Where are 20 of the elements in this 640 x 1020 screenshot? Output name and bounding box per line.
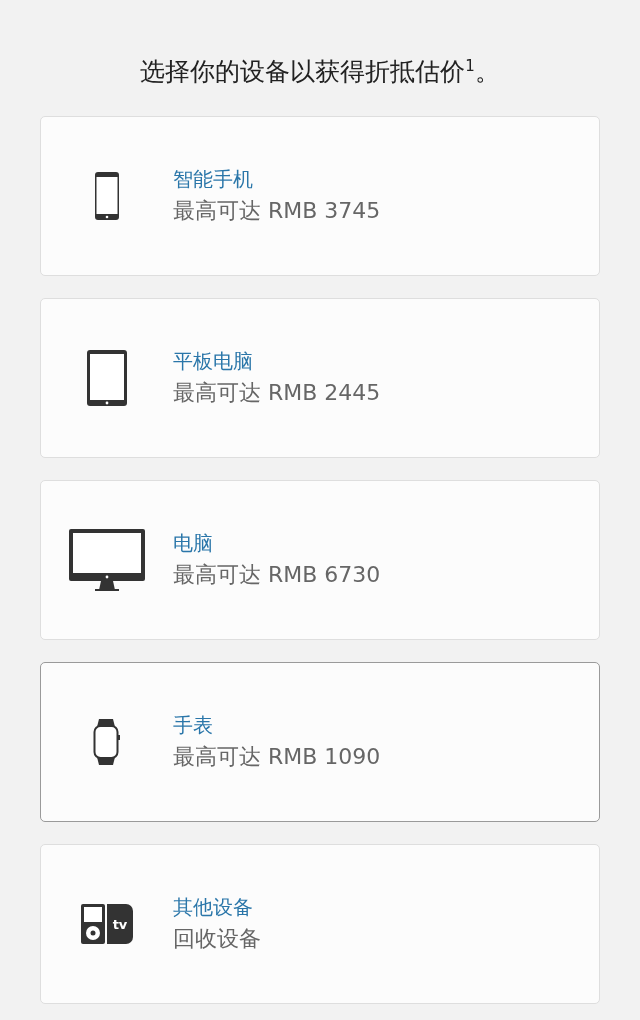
- device-card[interactable]: 智能手机 最高可达 RMB 3745: [40, 116, 600, 277]
- price-text: 最高可达 RMB 6730: [173, 561, 381, 590]
- page-heading: 选择你的设备以获得折抵估价$^{1}$。: [140, 56, 500, 89]
- device-card[interactable]: 平板电脑 最高可达 RMB 2445: [40, 298, 600, 459]
- price-text: 最高可达 RMB 1090: [173, 743, 381, 772]
- device-card[interactable]: 手表 最高可达 RMB 1090: [40, 662, 600, 823]
- smartwatch-icon: [93, 719, 121, 766]
- price-text: 最高可达 RMB 2445: [173, 379, 381, 408]
- device-name: 电脑: [173, 530, 214, 558]
- price-text: 最高可达 RMB 3745: [173, 197, 381, 226]
- device-name: 平板电脑: [173, 348, 254, 376]
- smartphone-icon: [94, 171, 120, 222]
- tablet-icon: [86, 349, 128, 408]
- price-text: 回收设备: [173, 925, 261, 954]
- device-card[interactable]: 电脑 最高可达 RMB 6730: [40, 480, 600, 641]
- device-card[interactable]: tv 其他设备 回收设备: [40, 844, 600, 1005]
- device-name: 手表: [173, 712, 214, 740]
- device-name: 智能手机: [173, 166, 254, 194]
- monitor-icon: [68, 528, 146, 593]
- device-name: 其他设备: [173, 894, 254, 922]
